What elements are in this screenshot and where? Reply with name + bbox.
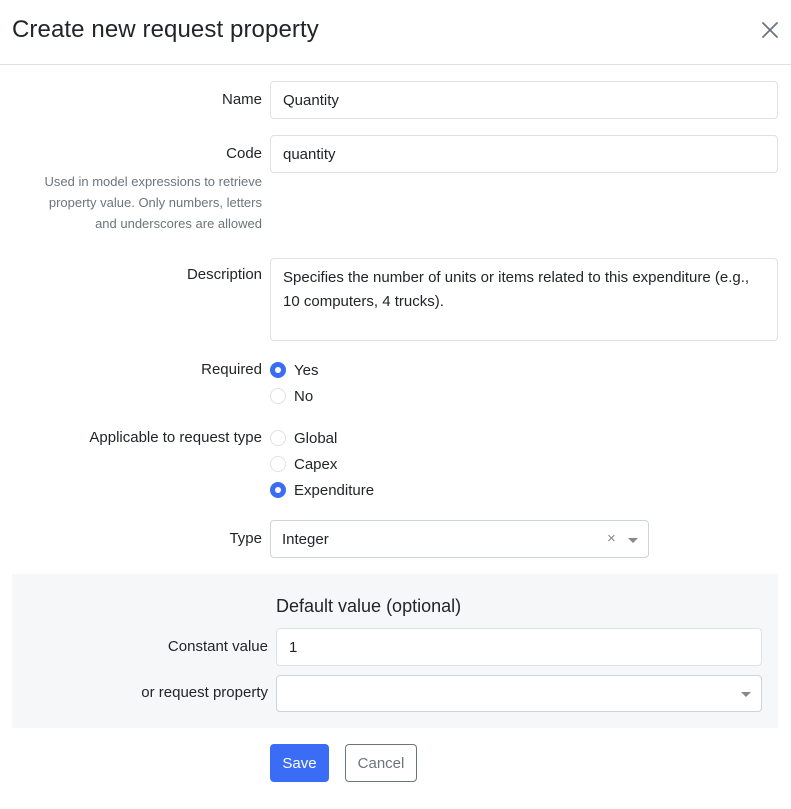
save-button[interactable]: Save (270, 744, 329, 782)
request-type-option-global[interactable]: Global (270, 428, 337, 448)
description-label: Description (186, 266, 262, 283)
radio-label: Expenditure (294, 481, 375, 499)
required-option-no[interactable]: No (270, 386, 313, 406)
name-label: Name (221, 91, 262, 108)
request-property-select[interactable] (276, 675, 762, 712)
required-option-yes[interactable]: Yes (270, 360, 318, 380)
code-help-line: and underscores are allowed (95, 216, 262, 231)
code-help-line: property value. Only numbers, letters (48, 195, 262, 210)
modal-title: Create new request property (12, 16, 319, 43)
radio-unchecked-icon[interactable] (270, 456, 286, 472)
request-type-label: Applicable to request type (89, 429, 262, 446)
required-label: Required (201, 361, 262, 378)
modal-header: Create new request property (0, 0, 791, 65)
chevron-down-icon[interactable] (628, 538, 638, 543)
radio-unchecked-icon[interactable] (270, 430, 286, 446)
clear-icon[interactable]: × (607, 530, 616, 547)
radio-checked-icon[interactable] (270, 482, 286, 498)
type-select-value: Integer (282, 531, 329, 548)
type-select[interactable]: Integer × (270, 520, 649, 558)
type-label: Type (229, 530, 262, 547)
constant-value-input[interactable] (276, 628, 762, 666)
radio-label: Yes (294, 361, 319, 379)
radio-label: Capex (294, 455, 338, 473)
code-help-text: Used in model expressions to retrieve pr… (12, 171, 263, 234)
name-input[interactable] (270, 81, 778, 119)
cancel-button[interactable]: Cancel (345, 744, 417, 782)
constant-value-label: Constant value (167, 638, 268, 655)
code-label: Code (226, 145, 262, 162)
radio-label: No (294, 387, 314, 405)
description-textarea[interactable]: Specifies the number of units or items r… (270, 258, 778, 341)
code-input[interactable] (270, 135, 778, 173)
radio-label: Global (294, 429, 338, 447)
request-type-option-expenditure[interactable]: Expenditure (270, 480, 374, 500)
code-help-line: Used in model expressions to retrieve (44, 174, 263, 189)
request-type-option-capex[interactable]: Capex (270, 454, 337, 474)
radio-unchecked-icon[interactable] (270, 388, 286, 404)
chevron-down-icon[interactable] (741, 692, 751, 697)
close-icon[interactable] (756, 16, 784, 44)
request-property-label: or request property (141, 684, 268, 701)
radio-checked-icon[interactable] (270, 362, 286, 378)
default-value-title: Default value (optional) (276, 596, 462, 616)
